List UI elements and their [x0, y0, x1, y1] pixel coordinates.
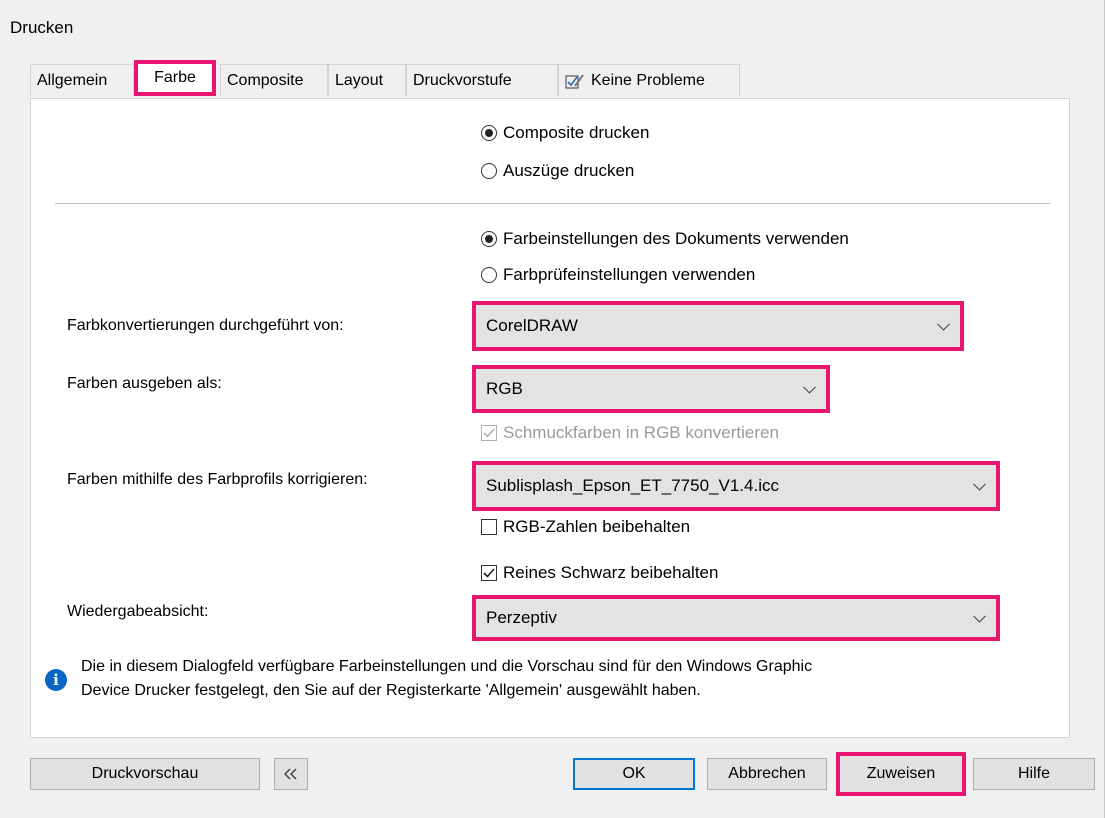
- conversion-label: Farbkonvertierungen durchgeführt von:: [67, 317, 344, 334]
- radio-empty-icon: [481, 267, 497, 283]
- checkbox-label: RGB-Zahlen beibehalten: [503, 517, 691, 536]
- tab-label: Composite: [227, 71, 304, 89]
- checkbox-empty-icon: [481, 519, 497, 535]
- info-note: i Die in diesem Dialogfeld verfügbare Fa…: [45, 655, 812, 703]
- radio-selected-icon: [481, 125, 497, 141]
- info-text-line: Device Drucker festgelegt, den Sie auf d…: [81, 682, 701, 699]
- radio-dokument-farbeinstellungen[interactable]: Farbeinstellungen des Dokuments verwende…: [481, 229, 849, 249]
- tab-label: Druckvorstufe: [413, 71, 512, 89]
- druckvorschau-button[interactable]: Druckvorschau: [30, 758, 260, 790]
- output-label: Farben ausgeben als:: [67, 375, 222, 392]
- tab-label: Allgemein: [37, 71, 108, 89]
- radio-label: Composite drucken: [503, 123, 650, 142]
- radio-label: Auszüge drucken: [503, 161, 635, 180]
- checkbox-schmuckfarben[interactable]: Schmuckfarben in RGB konvertieren: [481, 423, 779, 443]
- chevron-down-icon: [937, 317, 950, 331]
- tab-label: Farbe: [154, 69, 196, 86]
- radio-label: Farbeinstellungen des Dokuments verwende…: [503, 229, 849, 248]
- checkbox-checked-icon: [481, 565, 497, 581]
- profile-select[interactable]: Sublisplash_Epson_ET_7750_V1.4.icc: [472, 461, 1000, 511]
- checklist-icon: [565, 73, 584, 89]
- radio-empty-icon: [481, 163, 497, 179]
- section-divider: [55, 203, 1050, 204]
- tab-druckvorstufe[interactable]: Druckvorstufe: [406, 64, 558, 96]
- chevron-down-icon: [973, 609, 986, 623]
- radio-farbpruef-einstellungen[interactable]: Farbprüfeinstellungen verwenden: [481, 265, 755, 285]
- checkbox-reines-schwarz[interactable]: Reines Schwarz beibehalten: [481, 563, 718, 583]
- select-value: RGB: [486, 379, 523, 398]
- dialog-title: Drucken: [10, 18, 74, 37]
- info-icon: i: [45, 669, 67, 691]
- select-value: Perzeptiv: [486, 608, 557, 627]
- checkbox-checked-icon: [481, 425, 497, 441]
- hilfe-button[interactable]: Hilfe: [973, 758, 1095, 790]
- radio-selected-icon: [481, 231, 497, 247]
- profile-label: Farben mithilfe des Farbprofils korrigie…: [67, 471, 368, 488]
- abbrechen-button[interactable]: Abbrechen: [707, 758, 827, 790]
- radio-label: Farbprüfeinstellungen verwenden: [503, 265, 756, 284]
- farbe-panel: Composite drucken Auszüge drucken Farbei…: [30, 98, 1070, 738]
- print-dialog: Drucken Allgemein Farbe Composite Layout…: [0, 0, 1105, 818]
- chevron-down-icon: [803, 380, 816, 394]
- intent-label: Wiedergabeabsicht:: [67, 603, 209, 620]
- tab-composite[interactable]: Composite: [220, 64, 328, 96]
- conversion-select[interactable]: CorelDRAW: [472, 301, 964, 351]
- select-value: CorelDRAW: [486, 316, 578, 335]
- tab-layout[interactable]: Layout: [328, 64, 406, 96]
- tab-farbe[interactable]: Farbe: [134, 60, 216, 96]
- zuweisen-button[interactable]: Zuweisen: [836, 752, 966, 796]
- double-chevron-left-icon: [284, 768, 297, 780]
- checkbox-label: Schmuckfarben in RGB konvertieren: [503, 423, 779, 442]
- ok-button[interactable]: OK: [573, 758, 695, 790]
- checkbox-rgb-zahlen[interactable]: RGB-Zahlen beibehalten: [481, 517, 690, 537]
- checkbox-label: Reines Schwarz beibehalten: [503, 563, 719, 582]
- chevron-down-icon: [973, 477, 986, 491]
- tab-allgemein[interactable]: Allgemein: [30, 64, 134, 96]
- output-select[interactable]: RGB: [472, 365, 830, 413]
- collapse-preview-button[interactable]: [274, 758, 308, 790]
- select-value: Sublisplash_Epson_ET_7750_V1.4.icc: [486, 476, 779, 495]
- tab-label: Layout: [335, 71, 384, 89]
- info-text: Die in diesem Dialogfeld verfügbare Farb…: [81, 655, 812, 703]
- radio-auszuege-drucken[interactable]: Auszüge drucken: [481, 161, 634, 181]
- intent-select[interactable]: Perzeptiv: [472, 595, 1000, 641]
- tab-label: Keine Probleme: [591, 71, 705, 89]
- radio-composite-drucken[interactable]: Composite drucken: [481, 123, 649, 143]
- info-text-line: Die in diesem Dialogfeld verfügbare Farb…: [81, 658, 813, 675]
- tab-keine-probleme[interactable]: Keine Probleme: [558, 64, 740, 96]
